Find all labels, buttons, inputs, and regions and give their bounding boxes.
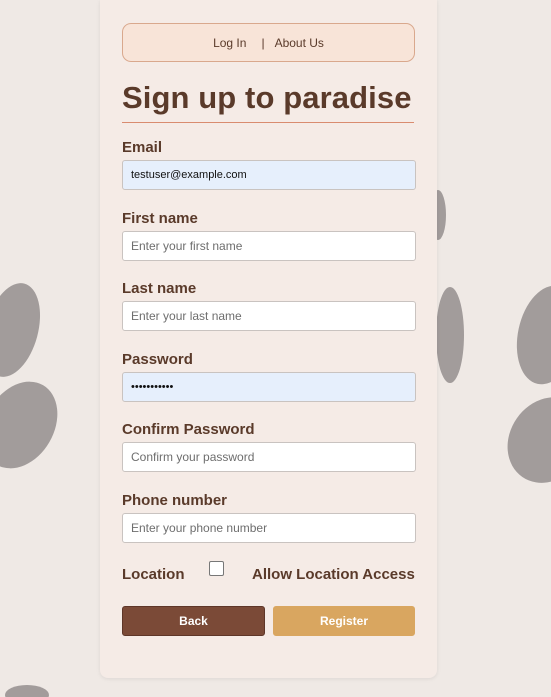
phone-label: Phone number	[122, 492, 228, 509]
top-nav: Log In | About Us	[122, 23, 415, 62]
confirm-password-label: Confirm Password	[122, 421, 255, 438]
first-name-label: First name	[122, 210, 198, 227]
page-title: Sign up to paradise	[122, 80, 412, 115]
location-checkbox[interactable]	[209, 561, 224, 576]
signup-card: Log In | About Us Sign up to paradise Em…	[100, 0, 437, 678]
back-button[interactable]: Back	[122, 606, 265, 636]
first-name-field[interactable]	[122, 231, 416, 261]
login-link[interactable]: Log In	[213, 36, 246, 50]
allow-location-label: Allow Location Access	[252, 566, 415, 583]
email-field[interactable]	[122, 160, 416, 190]
about-us-link[interactable]: About Us	[275, 36, 324, 50]
title-divider	[122, 122, 414, 123]
location-label: Location	[122, 566, 185, 583]
email-label: Email	[122, 139, 163, 156]
nav-separator: |	[261, 35, 265, 50]
password-field[interactable]	[122, 372, 416, 402]
phone-field[interactable]	[122, 513, 416, 543]
last-name-field[interactable]	[122, 301, 416, 331]
last-name-label: Last name	[122, 280, 197, 297]
confirm-password-field[interactable]	[122, 442, 416, 472]
register-button[interactable]: Register	[273, 606, 415, 636]
password-label: Password	[122, 351, 193, 368]
